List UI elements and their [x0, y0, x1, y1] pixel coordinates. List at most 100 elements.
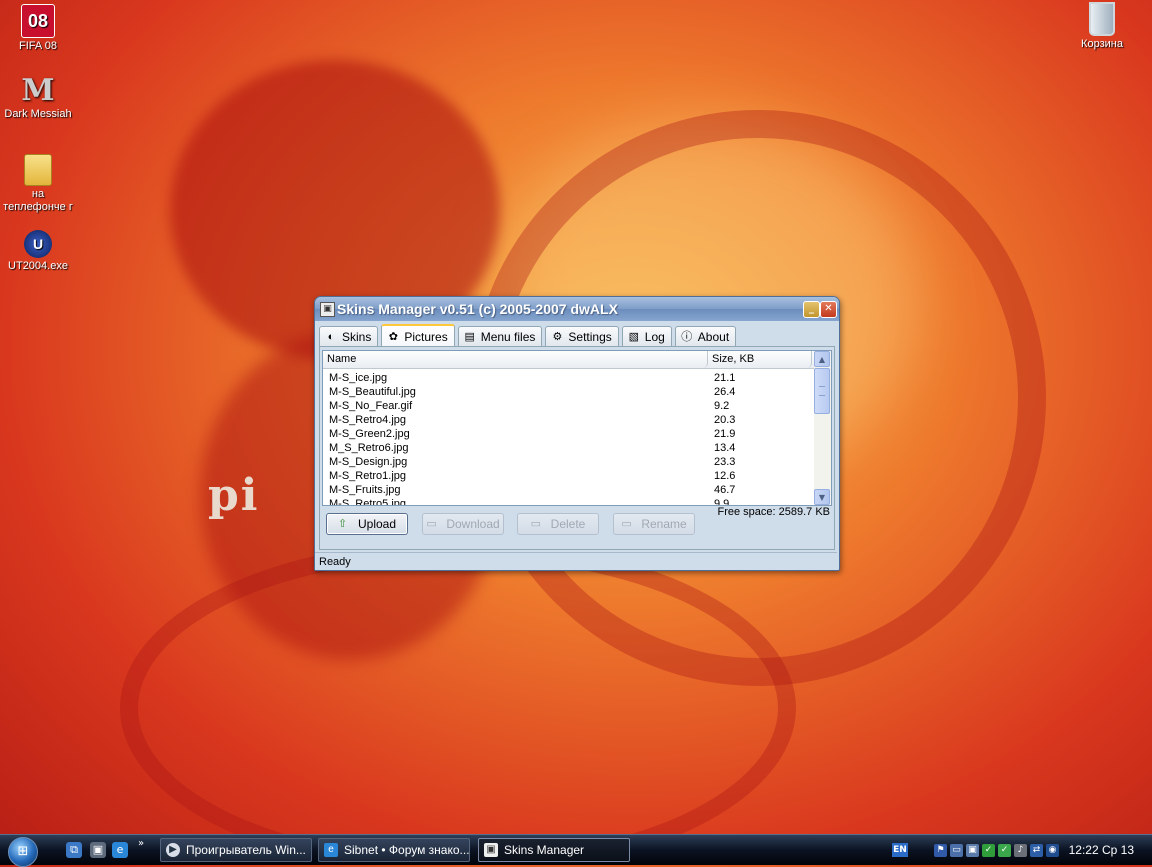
close-button[interactable]: ✕ [820, 301, 837, 318]
upload-label: Upload [357, 517, 397, 531]
desktop-icon-label: FIFA 08 [19, 40, 57, 52]
app-icon: ▣ [484, 843, 498, 857]
recycle-bin-icon [1089, 2, 1115, 36]
list-scrollbar[interactable]: ▲ ▼ [814, 351, 831, 505]
list-item[interactable]: M-S_Retro1.jpg 12.6 [323, 469, 814, 483]
tab-settings[interactable]: ⚙ Settings [545, 326, 619, 346]
system-tray: EN ⚑ ▭ ▣ ✓ ✓ ♪ ⇄ ◉ 12:22 Ср 13 [884, 835, 1152, 865]
rename-label: Rename [641, 517, 687, 531]
volume-icon[interactable]: ♪ [1014, 844, 1027, 857]
download-icon: ▭ [426, 518, 437, 530]
file-size: 20.3 [714, 414, 736, 426]
tab-about[interactable]: ⓘ About [674, 326, 737, 346]
internet-explorer-icon: e [324, 843, 338, 857]
list-item[interactable]: M-S_ice.jpg 21.1 [323, 371, 814, 385]
file-size: 12.6 [714, 470, 736, 482]
file-size: 21.9 [714, 428, 736, 440]
tab-label: Settings [568, 329, 612, 344]
folder-icon [24, 154, 52, 186]
delete-button[interactable]: ▭ Delete [517, 513, 599, 535]
network-icon[interactable]: ⚑ [934, 844, 947, 857]
tab-label: About [697, 329, 730, 344]
list-item[interactable]: M-S_Retro5.jpg 9.9 [323, 497, 814, 506]
task-browser[interactable]: e Sibnet • Форум знако... [318, 838, 470, 862]
free-space-label: Free space: 2589.7 KB [717, 506, 830, 518]
scroll-thumb[interactable] [814, 368, 830, 414]
desktop-icon-dark-messiah[interactable]: M Dark Messiah [0, 74, 76, 121]
pictures-panel: Name Size, KB M-S_ice.jpg 21.1 M-S_Beauti… [319, 346, 835, 550]
desktop-icon-label: Корзина [1081, 38, 1123, 50]
status-bar: Ready [315, 552, 837, 570]
antivirus-icon[interactable]: ✓ [998, 844, 1011, 857]
task-media-player[interactable]: ▶ Проигрыватель Win... [160, 838, 312, 862]
task-label: Проигрыватель Win... [186, 843, 306, 857]
tab-skins[interactable]: ◐ Skins [319, 326, 379, 346]
file-name: M_S_Retro6.jpg [329, 442, 409, 454]
list-item[interactable]: M-S_Fruits.jpg 46.7 [323, 483, 814, 497]
file-size: 9.2 [714, 400, 730, 412]
tab-label: Log [644, 329, 665, 344]
fifa-icon: 08 [21, 4, 55, 38]
tab-log[interactable]: ▧ Log [621, 326, 672, 346]
monitor-icon[interactable]: ▣ [966, 844, 979, 857]
task-skins-manager[interactable]: ▣ Skins Manager [478, 838, 630, 862]
file-name: M-S_Retro1.jpg [329, 470, 407, 482]
scroll-down-arrow-icon[interactable]: ▼ [814, 489, 830, 505]
column-header-name[interactable]: Name [323, 351, 708, 368]
show-desktop-icon[interactable]: ⧉ [66, 842, 82, 858]
list-item[interactable]: M-S_Beautiful.jpg 26.4 [323, 385, 814, 399]
gear-icon: ⚙ [552, 330, 563, 343]
log-icon: ▧ [628, 330, 639, 343]
scroll-up-arrow-icon[interactable]: ▲ [814, 351, 830, 367]
tab-pictures[interactable]: ✿ Pictures [381, 324, 455, 347]
start-button[interactable]: ⊞ [8, 837, 38, 867]
internet-explorer-icon[interactable]: e [112, 842, 128, 858]
wallpaper-text: pi [208, 470, 260, 521]
media-player-icon: ▶ [166, 843, 180, 857]
list-item[interactable]: M-S_Design.jpg 23.3 [323, 455, 814, 469]
file-name: M-S_Design.jpg [329, 456, 408, 468]
taskbar: ⊞ ⧉ ▣ e » ▶ Проигрыватель Win... e Sibne… [0, 834, 1152, 867]
upload-icon: ⇧ [337, 518, 348, 530]
connection-icon[interactable]: ⇄ [1030, 844, 1043, 857]
desktop-icon-label: Dark Messiah [4, 108, 72, 120]
language-indicator[interactable]: EN [892, 843, 908, 857]
clock[interactable]: 12:22 Ср 13 [1069, 843, 1134, 857]
file-size: 26.4 [714, 386, 736, 398]
display-icon[interactable]: ▭ [950, 844, 963, 857]
list-item[interactable]: M-S_Retro4.jpg 20.3 [323, 413, 814, 427]
save-icon[interactable]: ▣ [90, 842, 106, 858]
download-button[interactable]: ▭ Download [422, 513, 504, 535]
tab-label: Menu files [480, 329, 536, 344]
desktop-icon-recycle-bin[interactable]: Корзина [1064, 2, 1140, 51]
app-icon: ▣ [320, 302, 335, 317]
tab-menu-files[interactable]: ▤ Menu files [457, 326, 543, 346]
minimize-button[interactable]: _ [803, 301, 820, 318]
file-size: 9.9 [714, 498, 730, 506]
dark-messiah-icon: M [21, 72, 55, 108]
list-item[interactable]: M-S_No_Fear.gif 9.2 [323, 399, 814, 413]
wireless-icon[interactable]: ◉ [1046, 844, 1059, 857]
desktop-icon-ut2004[interactable]: U UT2004.exe [0, 230, 76, 273]
file-name: M-S_Beautiful.jpg [329, 386, 416, 398]
file-name: M-S_ice.jpg [329, 372, 388, 384]
tab-label: Pictures [404, 329, 448, 344]
list-header: Name Size, KB [323, 351, 814, 369]
file-name: M-S_No_Fear.gif [329, 400, 413, 412]
desktop-icon-fifa[interactable]: 08 FIFA 08 [0, 4, 76, 53]
list-item[interactable]: M-S_Green2.jpg 21.9 [323, 427, 814, 441]
file-name: M-S_Green2.jpg [329, 428, 410, 440]
safely-remove-icon[interactable]: ✓ [982, 844, 995, 857]
desktop-icon-label: на теплефонче г [3, 188, 73, 213]
info-icon: ⓘ [681, 330, 693, 343]
list-item[interactable]: M_S_Retro6.jpg 13.4 [323, 441, 814, 455]
upload-button[interactable]: ⇧ Upload [326, 513, 408, 535]
unreal-tournament-icon: U [24, 230, 52, 258]
pictures-list[interactable]: Name Size, KB M-S_ice.jpg 21.1 M-S_Beauti… [322, 350, 832, 506]
window-titlebar[interactable]: ▣ Skins Manager v0.51 (c) 2005-2007 dwAL… [315, 297, 839, 321]
file-size: 21.1 [714, 372, 736, 384]
quicklaunch-more-icon[interactable]: » [138, 838, 144, 849]
column-header-size[interactable]: Size, KB [708, 351, 812, 368]
rename-button[interactable]: ▭ Rename [613, 513, 695, 535]
desktop-icon-folder[interactable]: на теплефонче г [0, 154, 76, 214]
